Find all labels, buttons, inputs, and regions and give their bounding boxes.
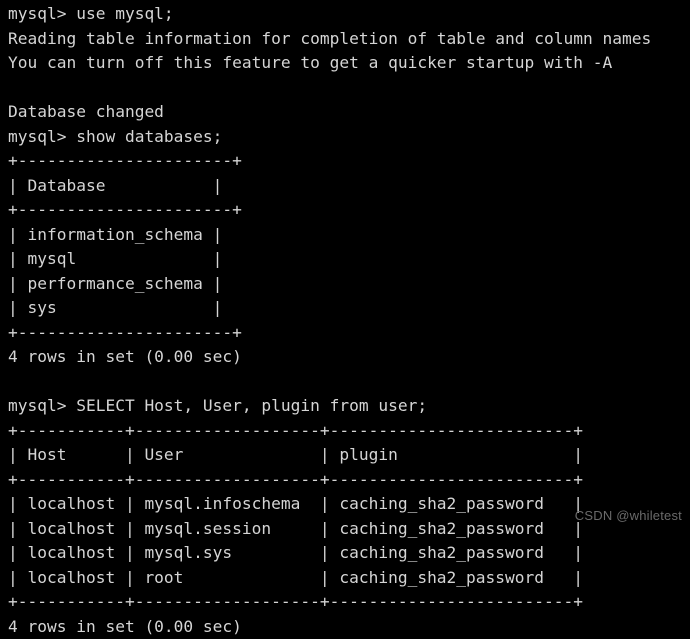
terminal-window[interactable]: mysql> use mysql;Reading table informati…: [0, 0, 690, 529]
command-select-users: mysql> SELECT Host, User, plugin from us…: [8, 394, 690, 419]
notice-turn-off-feature: You can turn off this feature to get a q…: [8, 51, 690, 76]
users-table-header-row: | Host | User | plugin |: [8, 443, 690, 468]
users-table-bottom-border: +-----------+-------------------+-------…: [8, 590, 690, 615]
command-use-mysql: mysql> use mysql;: [8, 2, 690, 27]
databases-table-header-sep: +----------------------+: [8, 198, 690, 223]
blank-line: [8, 76, 690, 101]
users-table-row-4: | localhost | root | caching_sha2_passwo…: [8, 566, 690, 591]
command-show-databases: mysql> show databases;: [8, 125, 690, 150]
databases-table-top-border: +----------------------+: [8, 149, 690, 174]
notice-reading-table-info: Reading table information for completion…: [8, 27, 690, 52]
databases-table-row-1: | information_schema |: [8, 223, 690, 248]
users-table-row-3: | localhost | mysql.sys | caching_sha2_p…: [8, 541, 690, 566]
databases-table-row-3: | performance_schema |: [8, 272, 690, 297]
blank-line: [8, 370, 690, 395]
users-table-header-sep: +-----------+-------------------+-------…: [8, 468, 690, 493]
status-database-changed: Database changed: [8, 100, 690, 125]
databases-table-header-row: | Database |: [8, 174, 690, 199]
databases-result-count: 4 rows in set (0.00 sec): [8, 345, 690, 370]
watermark-label: CSDN @whiletest: [575, 508, 682, 523]
databases-table-row-2: | mysql |: [8, 247, 690, 272]
users-table-top-border: +-----------+-------------------+-------…: [8, 419, 690, 444]
databases-table-row-4: | sys |: [8, 296, 690, 321]
users-result-count: 4 rows in set (0.00 sec): [8, 615, 690, 639]
databases-table-bottom-border: +----------------------+: [8, 321, 690, 346]
